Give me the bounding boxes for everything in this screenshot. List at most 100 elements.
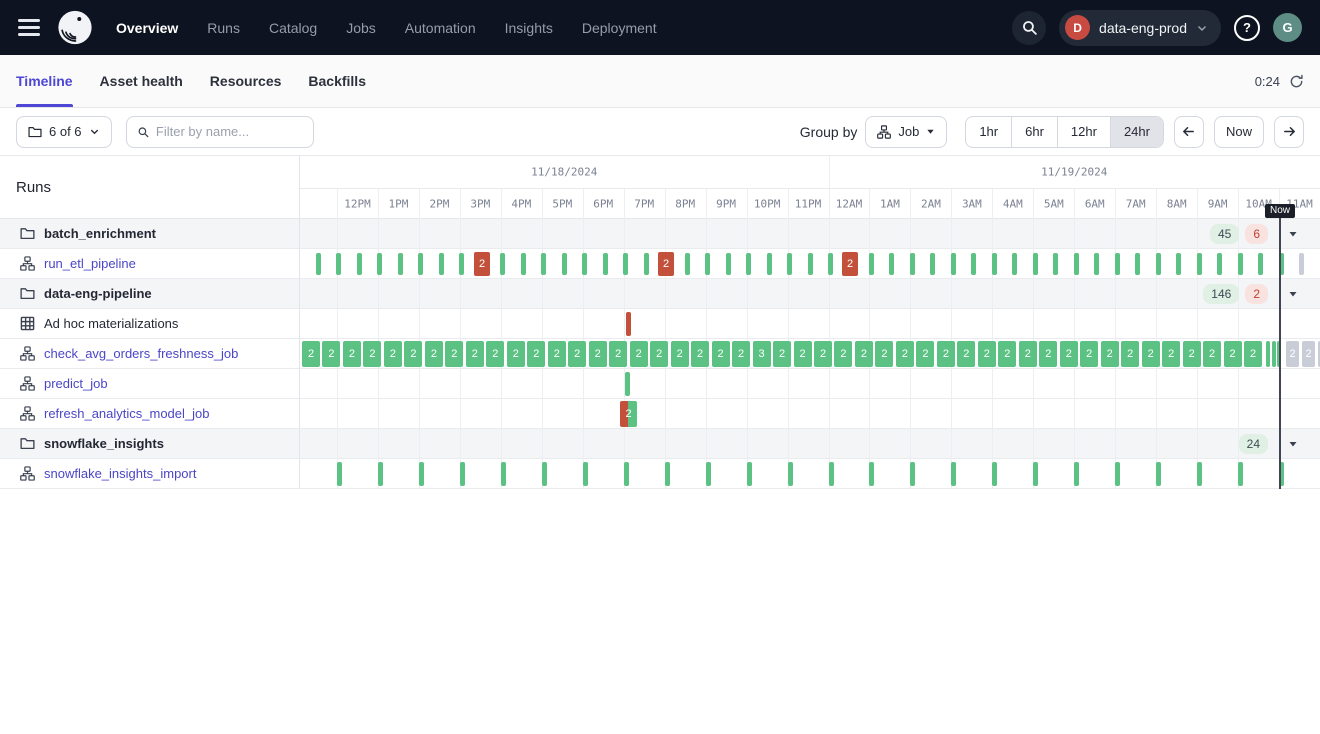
run-bar-success[interactable]	[439, 253, 444, 275]
run-bar-success[interactable]	[1033, 253, 1038, 275]
run-bar-success[interactable]: 2	[609, 341, 627, 367]
run-bar-success[interactable]: 2	[650, 341, 668, 367]
run-bar-success[interactable]	[869, 462, 874, 486]
run-bar-success[interactable]: 2	[712, 341, 730, 367]
run-bar-success[interactable]: 2	[343, 341, 361, 367]
run-bar-success[interactable]: 2	[1080, 341, 1098, 367]
run-bar-success[interactable]	[1238, 253, 1243, 275]
run-bar-success[interactable]	[1033, 462, 1038, 486]
run-bar-success[interactable]	[603, 253, 608, 275]
run-bar-success[interactable]: 2	[1101, 341, 1119, 367]
run-bar-success[interactable]: 2	[1183, 341, 1201, 367]
run-bar-success[interactable]	[541, 253, 546, 275]
run-bar-success[interactable]	[1135, 253, 1140, 275]
run-bar-success[interactable]	[1176, 253, 1181, 275]
nav-item-overview[interactable]: Overview	[116, 20, 178, 36]
run-bar-success[interactable]: 2	[773, 341, 791, 367]
run-bar-split[interactable]: 2	[620, 401, 637, 427]
nav-item-runs[interactable]: Runs	[207, 20, 240, 36]
run-bar-success[interactable]: 2	[875, 341, 893, 367]
run-bar-success[interactable]: 2	[1121, 341, 1139, 367]
run-bar-success[interactable]	[1238, 462, 1243, 486]
run-bar-success[interactable]	[1156, 462, 1161, 486]
run-bar-future[interactable]	[1299, 253, 1304, 275]
run-bar-success[interactable]	[992, 462, 997, 486]
run-bar-success[interactable]	[767, 253, 772, 275]
run-bar-success[interactable]	[377, 253, 382, 275]
run-bar-success[interactable]	[459, 253, 464, 275]
run-bar-success[interactable]	[1217, 253, 1222, 275]
run-bar-success[interactable]: 2	[425, 341, 443, 367]
run-bar-success[interactable]: 2	[794, 341, 812, 367]
nav-item-catalog[interactable]: Catalog	[269, 20, 317, 36]
run-bar-success[interactable]	[1012, 253, 1017, 275]
user-avatar[interactable]: G	[1273, 13, 1302, 42]
run-bar-success[interactable]	[951, 253, 956, 275]
run-bar-success[interactable]	[788, 462, 793, 486]
run-bar-success[interactable]	[1258, 253, 1263, 275]
run-bar-success[interactable]	[930, 253, 935, 275]
page-back-button[interactable]	[1174, 116, 1204, 148]
run-bar-success[interactable]: 2	[1162, 341, 1180, 367]
group-by-selector[interactable]: Job	[865, 116, 947, 148]
run-bar-success[interactable]	[378, 462, 383, 486]
run-bar-success[interactable]: 2	[363, 341, 381, 367]
run-bar-future[interactable]: 2	[1302, 341, 1315, 367]
run-bar-success[interactable]	[726, 253, 731, 275]
nav-item-insights[interactable]: Insights	[505, 20, 553, 36]
run-bar-success[interactable]	[1156, 253, 1161, 275]
run-bar-success[interactable]: 2	[855, 341, 873, 367]
search-button[interactable]	[1012, 11, 1046, 45]
run-bar-success[interactable]	[951, 462, 956, 486]
run-bar-success[interactable]	[1094, 253, 1099, 275]
run-bar-success[interactable]	[460, 462, 465, 486]
run-bar-success[interactable]	[583, 462, 588, 486]
run-bar-failure[interactable]	[626, 312, 631, 336]
run-bar-success[interactable]	[889, 253, 894, 275]
run-bar-success[interactable]: 2	[302, 341, 320, 367]
run-bar-success[interactable]: 2	[1203, 341, 1221, 367]
run-bar-success[interactable]: 2	[1244, 341, 1262, 367]
expand-group-caret[interactable]	[1288, 289, 1298, 299]
run-bar-success[interactable]	[624, 462, 629, 486]
run-bar-success[interactable]	[910, 462, 915, 486]
run-bar-success[interactable]	[705, 253, 710, 275]
nav-item-deployment[interactable]: Deployment	[582, 20, 657, 36]
nav-item-automation[interactable]: Automation	[405, 20, 476, 36]
run-bar-success[interactable]: 2	[916, 341, 934, 367]
run-bar-success[interactable]: 2	[691, 341, 709, 367]
run-bar-future[interactable]: 2	[1286, 341, 1299, 367]
run-bar-success[interactable]: 2	[568, 341, 586, 367]
now-button[interactable]: Now	[1214, 116, 1264, 148]
run-bar-success[interactable]	[971, 253, 976, 275]
run-bar-success[interactable]	[336, 253, 341, 275]
refresh-icon[interactable]	[1289, 74, 1304, 89]
run-bar-success[interactable]	[562, 253, 567, 275]
run-bar-success[interactable]: 2	[589, 341, 607, 367]
run-bar-success[interactable]: 2	[896, 341, 914, 367]
run-bar-success[interactable]: 2	[937, 341, 955, 367]
job-link-snowflake-insights-import[interactable]: snowflake_insights_import	[44, 466, 196, 481]
run-bar-success[interactable]	[1272, 341, 1276, 367]
hamburger-menu-icon[interactable]	[18, 19, 40, 36]
run-bar-success[interactable]	[521, 253, 526, 275]
run-bar-success[interactable]: 2	[466, 341, 484, 367]
run-bar-success[interactable]: 2	[384, 341, 402, 367]
run-bar-success[interactable]: 2	[978, 341, 996, 367]
run-bar-success[interactable]	[1074, 462, 1079, 486]
run-bar-success[interactable]	[644, 253, 649, 275]
run-bar-success[interactable]: 2	[548, 341, 566, 367]
run-bar-success[interactable]	[808, 253, 813, 275]
run-bar-failure[interactable]: 2	[658, 252, 674, 276]
job-link-predict-job[interactable]: predict_job	[44, 376, 108, 391]
run-bar-success[interactable]	[829, 462, 834, 486]
deployment-switcher[interactable]: D data-eng-prod	[1059, 10, 1221, 46]
run-bar-success[interactable]	[706, 462, 711, 486]
run-bar-success[interactable]	[398, 253, 403, 275]
run-bar-success[interactable]	[337, 462, 342, 486]
run-bar-success[interactable]: 2	[671, 341, 689, 367]
run-bar-success[interactable]: 2	[630, 341, 648, 367]
run-bar-success[interactable]	[1197, 253, 1202, 275]
failure-count-badge[interactable]: 6	[1245, 224, 1268, 244]
dagster-logo[interactable]	[56, 9, 94, 47]
